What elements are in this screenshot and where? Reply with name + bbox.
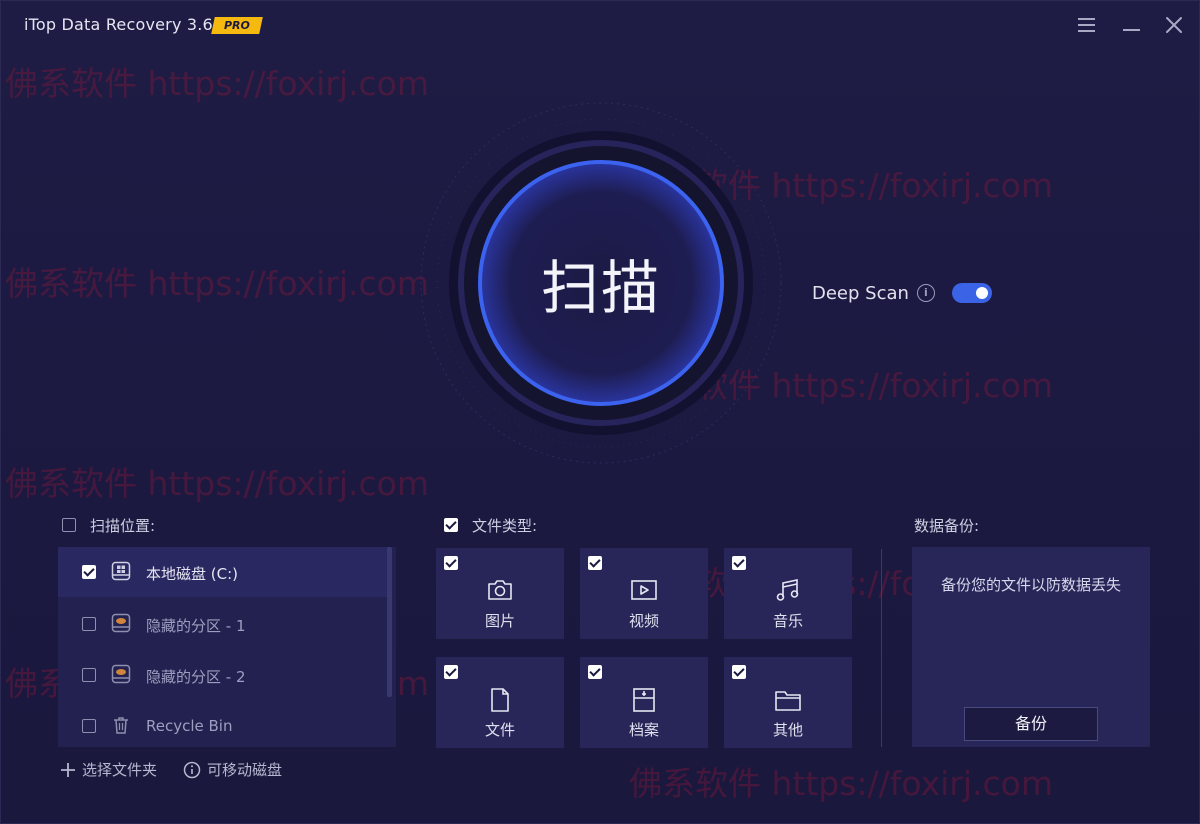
tile-label: 其他	[772, 721, 803, 739]
trash-icon	[114, 717, 128, 734]
section-divider	[881, 549, 882, 747]
toggle-knob	[976, 287, 988, 299]
deep-scan-toggle[interactable]	[952, 283, 992, 303]
video-icon	[631, 580, 657, 600]
close-button[interactable]	[1162, 13, 1186, 37]
title-bar: iTop Data Recovery 3.6 PRO	[1, 1, 1199, 49]
pro-badge: PRO	[211, 17, 263, 34]
hidden-drive-icon	[111, 613, 131, 633]
backup-description: 备份您的文件以防数据丢失	[940, 576, 1121, 594]
app-window: iTop Data Recovery 3.6 PRO 佛系软件 https://…	[0, 0, 1200, 824]
archive-icon	[633, 688, 655, 712]
drive-name: 隐藏的分区 - 1	[146, 617, 246, 635]
tile-label: 视频	[628, 612, 659, 630]
info-icon	[183, 761, 201, 778]
plus-icon	[61, 762, 75, 777]
hidden-drive-icon	[111, 664, 131, 684]
scan-location-checkbox[interactable]	[62, 518, 76, 532]
drive-checkbox[interactable]	[82, 719, 96, 733]
menu-button[interactable]	[1074, 13, 1098, 37]
select-folder-label: 选择文件夹	[82, 761, 158, 779]
tile-checkbox[interactable]	[732, 556, 746, 570]
watermark: 佛系软件 https://foxirj.com	[5, 464, 429, 503]
deep-scan-control: Deep Scan i	[812, 281, 935, 305]
backup-button[interactable]: 备份	[964, 707, 1098, 741]
removable-disk-link[interactable]: 可移动磁盘	[183, 759, 282, 780]
file-type-tile-videos[interactable]: 视频	[580, 548, 708, 639]
watermark: 佛系软件 https://foxirj.com	[5, 264, 429, 303]
file-type-tile-pictures[interactable]: 图片	[436, 548, 564, 639]
windows-drive-icon	[111, 561, 131, 581]
tile-label: 档案	[628, 721, 659, 739]
watermark: 佛系软件 https://foxirj.com	[629, 764, 1053, 803]
tile-checkbox[interactable]	[588, 665, 602, 679]
scan-button[interactable]: 扫描	[483, 165, 719, 401]
file-type-tile-archives[interactable]: 档案	[580, 657, 708, 748]
tile-checkbox[interactable]	[444, 556, 458, 570]
tile-label: 图片	[484, 612, 515, 630]
file-type-tile-other[interactable]: 其他	[724, 657, 852, 748]
folder-icon	[775, 691, 801, 711]
list-item[interactable]: 隐藏的分区 - 1	[58, 599, 388, 649]
tile-checkbox[interactable]	[444, 665, 458, 679]
info-icon[interactable]: i	[916, 284, 935, 302]
tile-checkbox[interactable]	[732, 665, 746, 679]
file-type-tile-music[interactable]: 音乐	[724, 548, 852, 639]
list-item[interactable]: 本地磁盘 (C:)	[58, 547, 388, 597]
watermark: 佛系软件 https://foxirj.com	[5, 64, 429, 103]
drive-checkbox[interactable]	[82, 565, 96, 579]
pro-badge-label: PRO	[224, 19, 250, 32]
backup-section-label: 数据备份:	[914, 517, 980, 535]
file-type-tile-documents[interactable]: 文件	[436, 657, 564, 748]
file-types-label: 文件类型:	[472, 517, 538, 535]
drive-name: 本地磁盘 (C:)	[146, 565, 238, 583]
deep-scan-label: Deep Scan	[812, 282, 909, 304]
backup-panel: 备份您的文件以防数据丢失 备份	[912, 547, 1150, 747]
tile-label: 音乐	[772, 612, 803, 630]
close-icon	[1166, 17, 1182, 33]
list-item[interactable]: Recycle Bin	[58, 701, 388, 751]
select-folder-link[interactable]: 选择文件夹	[60, 759, 157, 780]
camera-icon	[488, 580, 512, 600]
file-types-checkbox[interactable]	[444, 518, 458, 532]
removable-disk-label: 可移动磁盘	[207, 761, 283, 779]
scan-location-list: 本地磁盘 (C:) 隐藏的分区 - 1 隐藏的分区 - 2 Recycle Bi…	[58, 547, 396, 747]
drive-checkbox[interactable]	[82, 617, 96, 631]
drive-checkbox[interactable]	[82, 668, 96, 682]
list-scrollbar[interactable]	[387, 547, 392, 697]
drive-name: 隐藏的分区 - 2	[146, 668, 246, 686]
drive-name: Recycle Bin	[146, 717, 233, 735]
scan-button-label: 扫描	[540, 254, 661, 322]
tile-checkbox[interactable]	[588, 556, 602, 570]
minimize-button[interactable]	[1119, 13, 1143, 37]
music-icon	[776, 579, 799, 601]
app-title: iTop Data Recovery 3.6	[24, 15, 213, 34]
list-item[interactable]: 隐藏的分区 - 2	[58, 650, 388, 700]
document-icon	[491, 688, 509, 712]
tile-label: 文件	[484, 721, 515, 739]
scan-location-label: 扫描位置:	[90, 517, 156, 535]
scan-dial: 扫描	[411, 93, 791, 473]
